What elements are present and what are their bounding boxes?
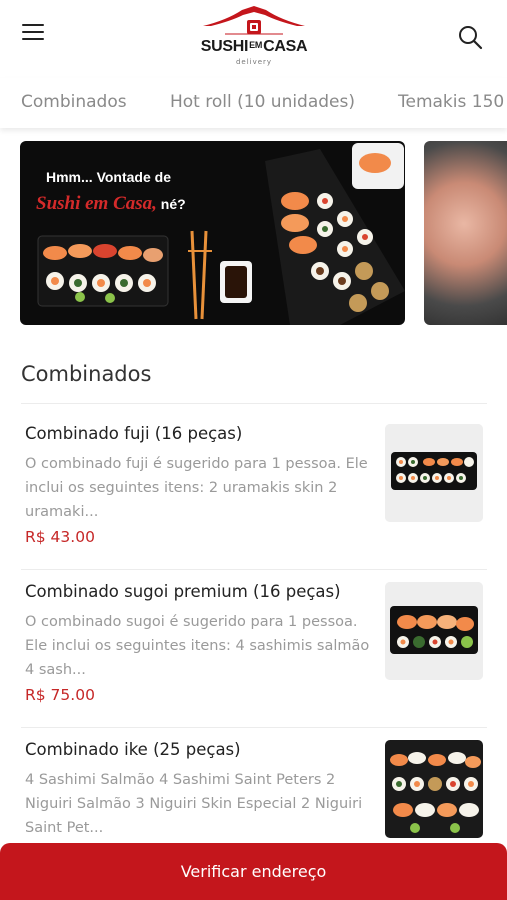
divider (21, 569, 487, 570)
section-title: Combinados (21, 362, 152, 386)
item-description: 4 Sashimi Salmão 4 Sashimi Saint Peters … (25, 772, 363, 836)
menu-item[interactable]: Combinado fuji (16 peças) O combinado fu… (0, 424, 507, 582)
tab-temakis[interactable]: Temakis 150 (398, 92, 504, 112)
category-tabs: Combinados Hot roll (10 unidades) Temaki… (0, 78, 507, 128)
logo-tagline: delivery (235, 58, 273, 66)
item-description: O combinado fuji é sugerido para 1 pesso… (25, 456, 368, 520)
brand-logo[interactable]: SUSHIEMCASA delivery (197, 6, 311, 68)
tab-hot-roll[interactable]: Hot roll (10 unidades) (170, 92, 355, 112)
logo-wordmark: SUSHIEMCASA (200, 38, 308, 55)
promo-carousel[interactable]: Hmm... Vontade de Sushi em Casa, né? (20, 141, 507, 325)
tab-combinados[interactable]: Combinados (21, 92, 127, 112)
hamburger-menu-icon[interactable] (22, 24, 48, 46)
item-description: O combinado sugoi é sugerido para 1 pess… (25, 614, 370, 678)
item-price: R$ 43.00 (25, 528, 95, 546)
search-icon[interactable] (457, 24, 483, 50)
divider (21, 403, 487, 404)
promo-banner-next[interactable] (424, 141, 507, 325)
sushi-photo-image (37, 143, 405, 325)
item-name: Combinado ike (25 peças) (25, 740, 241, 759)
item-thumbnail-image (385, 424, 483, 522)
item-name: Combinado fuji (16 peças) (25, 424, 243, 443)
app-header: SUSHIEMCASA delivery (0, 0, 507, 72)
item-name: Combinado sugoi premium (16 peças) (25, 582, 341, 601)
pagoda-roof-icon (203, 6, 305, 35)
verify-address-button[interactable]: Verificar endereço (0, 843, 507, 900)
item-price: R$ 75.00 (25, 686, 95, 704)
menu-item[interactable]: Combinado sugoi premium (16 peças) O com… (0, 582, 507, 740)
item-thumbnail-image (385, 740, 483, 838)
divider (21, 727, 487, 728)
item-thumbnail-image (385, 582, 483, 680)
promo-banner[interactable]: Hmm... Vontade de Sushi em Casa, né? (20, 141, 405, 325)
